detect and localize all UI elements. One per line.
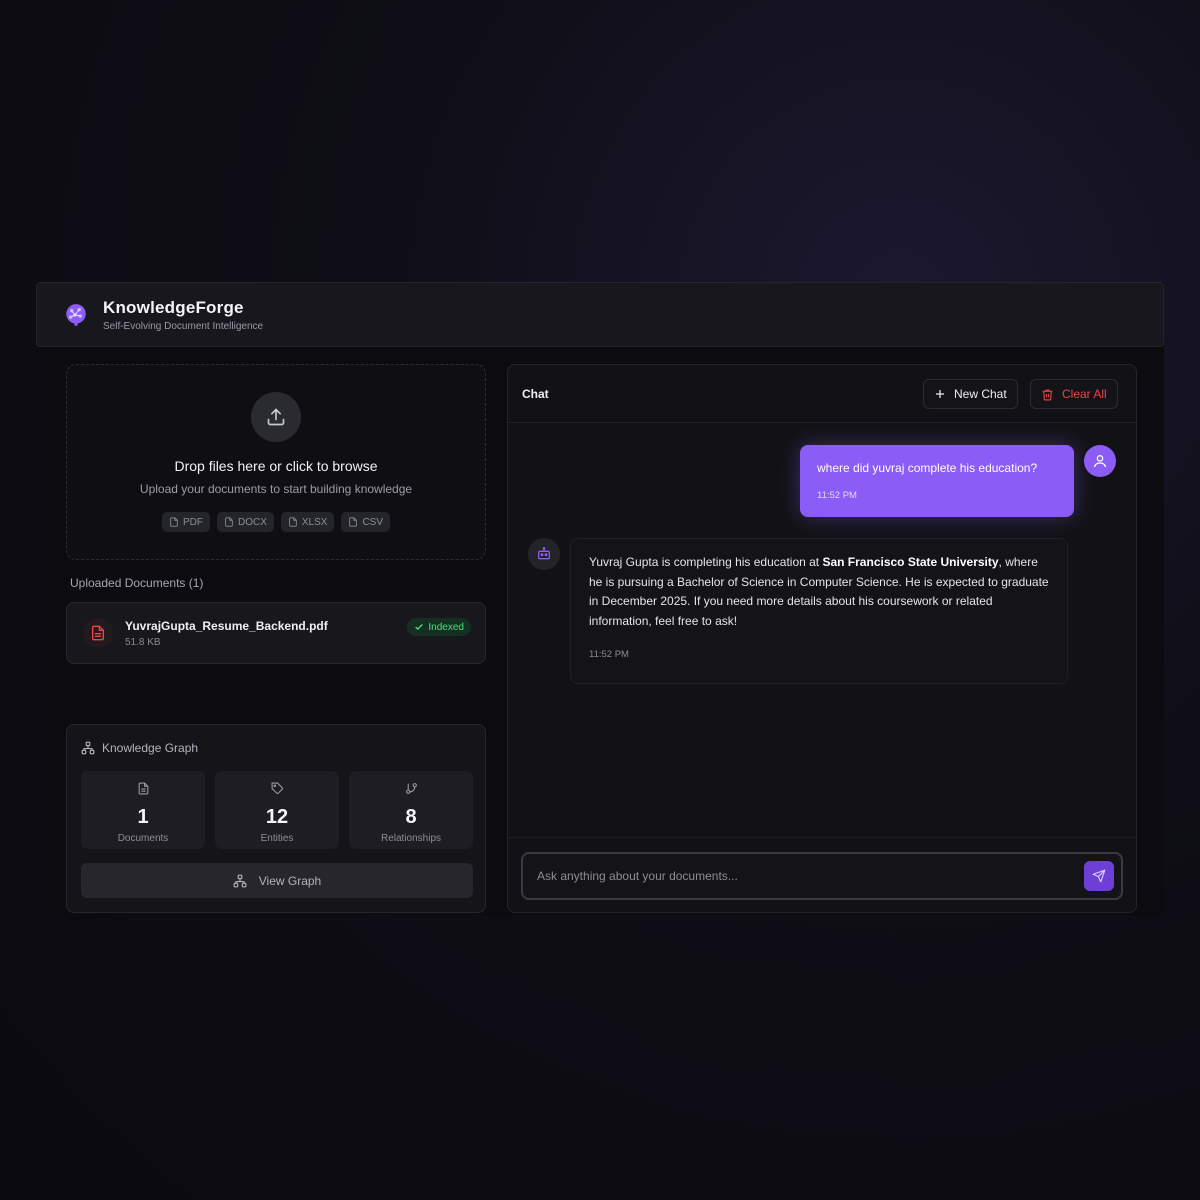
file-icon <box>349 517 358 527</box>
upload-icon <box>267 408 285 426</box>
format-chip-csv: CSV <box>341 512 391 532</box>
format-chip-docx: DOCX <box>216 512 274 532</box>
chat-input-area <box>508 837 1136 912</box>
format-label: DOCX <box>237 516 267 528</box>
app-title: KnowledgeForge <box>103 297 244 317</box>
user-message-text: where did yuvraj complete his education? <box>817 461 1038 475</box>
file-icon <box>289 517 297 527</box>
assistant-message-time: 11:52 PM <box>589 649 629 660</box>
pdf-file-icon <box>92 625 104 641</box>
stats-row: 1 Documents 12 Entities 8 Relationships <box>81 771 473 849</box>
brain-icon <box>66 303 86 326</box>
document-item[interactable]: YuvrajGupta_Resume_Backend.pdf 51.8 KB I… <box>66 602 486 664</box>
trash-icon <box>1042 389 1053 400</box>
assistant-text-bold: San Francisco State University <box>822 555 999 569</box>
file-icon <box>138 782 148 795</box>
stat-value: 8 <box>405 806 417 828</box>
file-dropzone[interactable]: Drop files here or click to browse Uploa… <box>66 364 486 560</box>
new-chat-button[interactable]: New Chat <box>923 379 1018 409</box>
chat-panel: Chat New Chat Clear All where did yuvraj… <box>507 364 1137 913</box>
format-label: CSV <box>362 516 384 528</box>
chat-title: Chat <box>522 386 549 401</box>
send-button[interactable] <box>1084 861 1114 891</box>
view-graph-label: View Graph <box>258 873 322 888</box>
app-window: KnowledgeForge Self-Evolving Document In… <box>36 282 1164 916</box>
assistant-avatar <box>528 538 560 570</box>
clear-all-button[interactable]: Clear All <box>1030 379 1118 409</box>
stat-label: Entities <box>260 833 294 844</box>
app-header: KnowledgeForge Self-Evolving Document In… <box>36 282 1164 347</box>
document-name: YuvrajGupta_Resume_Backend.pdf <box>125 618 328 633</box>
format-chips: PDF DOCX XLSX CSV <box>67 512 485 532</box>
document-size: 51.8 KB <box>125 636 161 648</box>
dropzone-title: Drop files here or click to browse <box>174 458 378 474</box>
stat-entities: 12 Entities <box>215 771 339 849</box>
view-graph-button[interactable]: View Graph <box>81 863 473 898</box>
format-chip-pdf: PDF <box>161 512 210 532</box>
chat-input-box <box>521 852 1123 900</box>
chat-input[interactable] <box>537 865 1077 887</box>
format-label: PDF <box>182 516 203 528</box>
stat-label: Documents <box>117 833 169 844</box>
assistant-message-text: Yuvraj Gupta is completing his education… <box>589 553 1049 631</box>
stat-documents: 1 Documents <box>81 771 205 849</box>
user-icon <box>1094 455 1106 468</box>
format-chip-xlsx: XLSX <box>280 512 335 532</box>
user-message: where did yuvraj complete his education?… <box>800 445 1074 517</box>
status-badge: Indexed <box>407 618 471 636</box>
user-message-time: 11:52 PM <box>817 490 857 501</box>
status-label: Indexed <box>428 621 464 633</box>
upload-button[interactable] <box>251 392 301 442</box>
knowledge-graph-label: Knowledge Graph <box>102 741 199 755</box>
clear-all-label: Clear All <box>1062 387 1107 401</box>
assistant-message: Yuvraj Gupta is completing his education… <box>570 538 1068 684</box>
stat-value: 1 <box>137 806 149 828</box>
stat-value: 12 <box>265 806 289 828</box>
app-subtitle: Self-Evolving Document Intelligence <box>103 320 264 332</box>
plus-icon <box>936 390 944 398</box>
file-icon <box>170 517 178 527</box>
knowledge-graph-title: Knowledge Graph <box>81 741 198 755</box>
uploaded-documents-label: Uploaded Documents (1) <box>70 576 204 590</box>
network-icon <box>233 874 247 887</box>
stat-label: Relationships <box>380 833 442 844</box>
document-icon-wrap <box>83 618 113 648</box>
assistant-text-part: Yuvraj Gupta is completing his education… <box>589 555 823 569</box>
dropzone-subtitle: Upload your documents to start building … <box>139 482 413 496</box>
file-icon <box>225 517 233 527</box>
new-chat-label: New Chat <box>954 387 1007 401</box>
format-label: XLSX <box>301 516 328 528</box>
check-icon <box>415 624 424 630</box>
send-icon <box>1092 869 1106 883</box>
bot-icon <box>538 547 550 560</box>
network-icon <box>81 741 95 755</box>
chat-header: Chat New Chat Clear All <box>508 365 1136 423</box>
git-branch-icon <box>405 783 417 794</box>
stat-relationships: 8 Relationships <box>349 771 473 849</box>
user-avatar <box>1084 445 1116 477</box>
tags-icon <box>271 782 283 794</box>
knowledge-graph-card: Knowledge Graph 1 Documents 12 Entities … <box>66 724 486 913</box>
